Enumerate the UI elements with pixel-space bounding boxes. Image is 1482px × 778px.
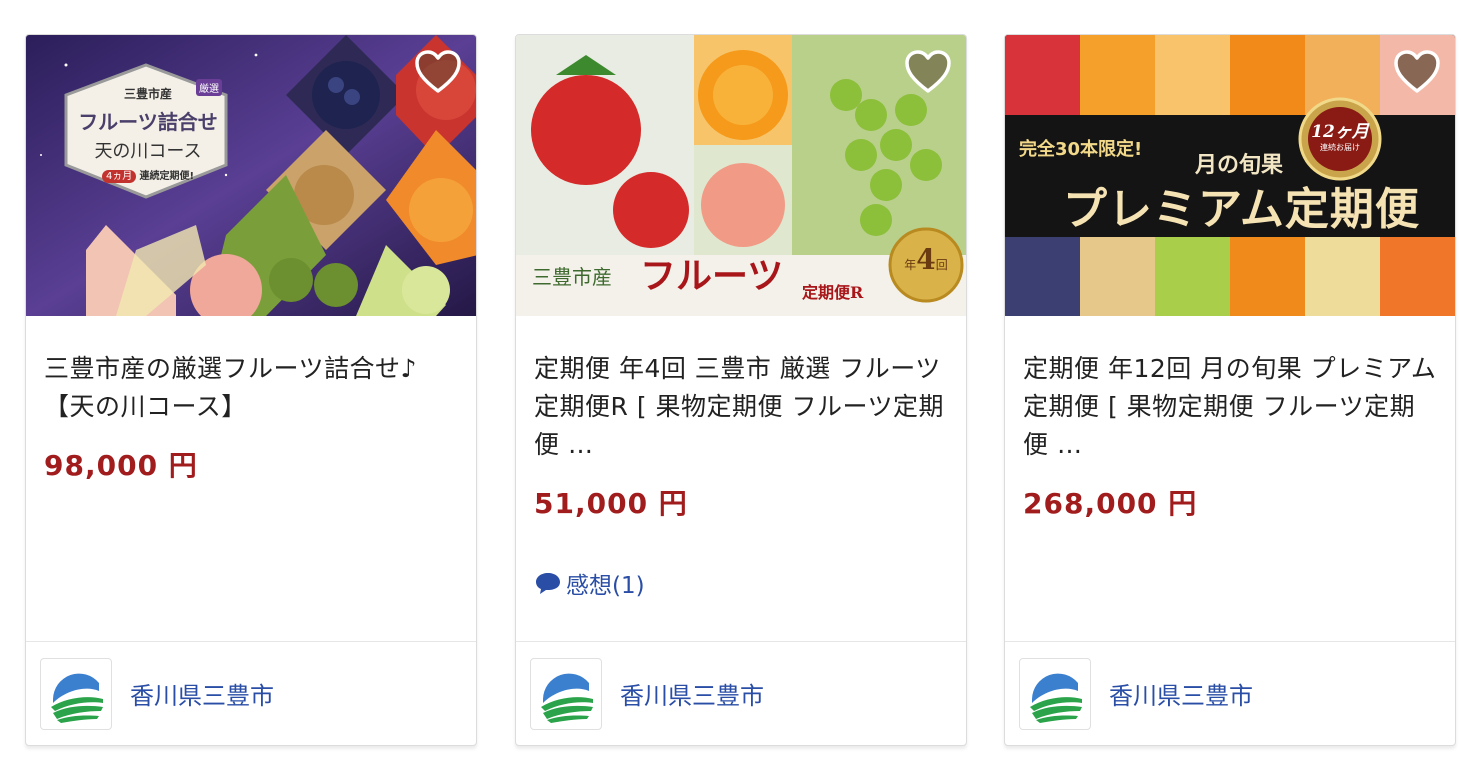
favorite-heart-icon[interactable] (412, 47, 464, 99)
municipality-footer[interactable]: 香川県三豊市 (1005, 641, 1455, 745)
seal-count-text: 4 (916, 243, 936, 276)
seal-top-text: 12ヶ月 (1311, 122, 1369, 142)
product-price: 98,000 円 (44, 449, 198, 482)
product-card[interactable]: 三豊市産 厳選 フルーツ詰合せ 天の川コース 4ヵ月 連続定期便! 三豊市産の厳… (25, 34, 477, 746)
product-image[interactable]: 完全30本限定! 月の旬果 プレミアム定期便 12ヶ月 連続お届け (1005, 35, 1455, 316)
municipality-footer[interactable]: 香川県三豊市 (26, 641, 476, 745)
municipality-logo-icon (1019, 657, 1091, 730)
seal-year-text: 年 (904, 258, 917, 272)
favorite-heart-icon[interactable] (1391, 47, 1443, 99)
municipality-footer[interactable]: 香川県三豊市 (516, 641, 966, 745)
municipality-name[interactable]: 香川県三豊市 (1109, 676, 1253, 711)
municipality-name[interactable]: 香川県三豊市 (130, 676, 274, 711)
favorite-heart-icon[interactable] (902, 47, 954, 99)
municipality-name[interactable]: 香川県三豊市 (620, 676, 764, 711)
product-title[interactable]: 三豊市産の厳選フルーツ詰合せ♪【天の川コース】 (44, 350, 460, 426)
image-origin-text: 三豊市産 (532, 265, 612, 289)
image-main-text: プレミアム定期便 (1063, 184, 1420, 235)
product-image[interactable]: 三豊市産 フルーツ 定期便R 年4回 (516, 35, 966, 316)
product-price: 51,000 円 (534, 487, 688, 520)
seal-unit-text: 回 (935, 258, 948, 272)
badge-select-text: 厳選 (196, 79, 222, 96)
image-limited-text: 完全30本限定! (1019, 139, 1143, 160)
municipality-logo-icon (40, 657, 112, 730)
product-image[interactable]: 三豊市産 厳選 フルーツ詰合せ 天の川コース 4ヵ月 連続定期便! (26, 35, 476, 316)
review-count-text: 感想(1) (566, 573, 645, 599)
product-title[interactable]: 定期便 年4回 三豊市 厳選 フルーツ定期便R [ 果物定期便 フルーツ定期便 … (534, 350, 950, 464)
badge-main-text: フルーツ詰合せ (78, 110, 218, 134)
speech-bubble-icon (536, 573, 560, 594)
product-title[interactable]: 定期便 年12回 月の旬果 プレミアム 定期便 [ 果物定期便 フルーツ定期便 … (1023, 350, 1439, 464)
badge-note-text: 連続定期便! (139, 171, 195, 182)
product-price: 268,000 円 (1023, 487, 1198, 520)
product-card[interactable]: 完全30本限定! 月の旬果 プレミアム定期便 12ヶ月 連続お届け 定期便 年1… (1004, 34, 1456, 746)
municipality-logo-icon (530, 657, 602, 730)
product-card[interactable]: 三豊市産 フルーツ 定期便R 年4回 定期便 年4回 三豊市 厳選 フルーツ定期… (515, 34, 967, 746)
badge-sub-text: 天の川コース (94, 141, 202, 162)
review-link[interactable]: 感想(1) (534, 566, 950, 600)
image-sub-text: 定期便R (802, 283, 864, 302)
badge-months-text: 4ヵ月 (101, 170, 137, 183)
seal-bottom-text: 連続お届け (1320, 143, 1360, 152)
image-main-text: フルーツ (640, 255, 784, 297)
